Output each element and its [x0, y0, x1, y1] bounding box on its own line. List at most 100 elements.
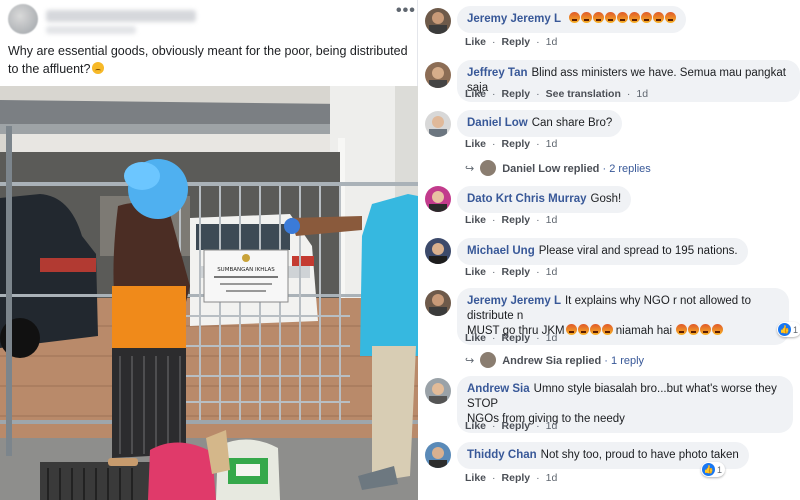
comment-text-cont: niamah hai — [615, 325, 673, 337]
more-options-icon[interactable]: ••• — [396, 2, 416, 20]
reply-count: 2 replies — [609, 163, 651, 175]
post-photo[interactable]: SUMBANGAN IKHLAS — [0, 86, 418, 500]
angry-emoji-icon — [641, 12, 653, 23]
worried-face-emoji-icon — [92, 62, 105, 74]
commenter-avatar[interactable] — [425, 8, 451, 34]
comment-text: Gosh! — [590, 193, 622, 205]
blurred-post-meta — [46, 26, 136, 34]
see-translation-link[interactable]: See translation — [546, 88, 621, 100]
commenter-name[interactable]: Daniel Low — [467, 117, 528, 129]
replier-text: Andrew Sia replied — [502, 355, 602, 367]
commenter-name[interactable]: Jeffrey Tan — [467, 67, 528, 79]
like-link[interactable]: Like — [465, 420, 486, 432]
angry-emoji-icon — [700, 324, 712, 335]
comment-actions: Like · Reply · 1d — [465, 214, 558, 226]
reply-link[interactable]: Reply — [502, 138, 531, 150]
like-count: 1 — [717, 464, 723, 475]
view-replies-link[interactable]: ↪ Daniel Low replied · 2 replies — [465, 160, 651, 176]
angry-emoji-icon — [601, 324, 613, 335]
reply-link[interactable]: Reply — [502, 420, 531, 432]
comment-text: Please viral and spread to 195 nations. — [538, 245, 738, 257]
comment-actions: Like · Reply · 1d — [465, 420, 558, 432]
reply-arrow-icon: ↪ — [465, 163, 475, 175]
angry-emoji-icon — [605, 12, 617, 23]
commenter-name[interactable]: Jeremy Jeremy L — [467, 13, 561, 25]
angry-emoji-icon — [581, 12, 593, 23]
replier-text: Daniel Low replied — [502, 163, 600, 175]
photo-scene: SUMBANGAN IKHLAS — [0, 86, 418, 500]
comment-time[interactable]: 1d — [546, 472, 558, 484]
reply-arrow-icon: ↪ — [465, 355, 475, 367]
angry-emoji-icon — [688, 324, 700, 335]
comment-time[interactable]: 1d — [636, 88, 648, 100]
post-text: Why are essential goods, obviously meant… — [8, 42, 408, 78]
angry-emoji-icon — [653, 12, 665, 23]
comments-panel: Jeremy Jeremy L Like · Reply · 1d Jeffrey Ta… — [419, 0, 800, 500]
reply-link[interactable]: Reply — [502, 36, 531, 48]
comment-like-count[interactable]: 👍 1 — [701, 462, 726, 477]
angry-emoji-icon — [629, 12, 641, 23]
reply-link[interactable]: Reply — [502, 214, 531, 226]
reply-avatar — [480, 160, 497, 176]
commenter-name[interactable]: Michael Ung — [467, 245, 535, 257]
reply-link[interactable]: Reply — [502, 472, 531, 484]
commenter-name[interactable]: Jeremy Jeremy L — [467, 295, 561, 307]
post-header: ••• — [0, 0, 418, 40]
angry-emoji-icon — [665, 12, 677, 23]
comment-actions: Like · Reply · 1d — [465, 36, 558, 48]
sign-text: SUMBANGAN IKHLAS — [217, 267, 275, 273]
comment-time[interactable]: 1d — [546, 420, 558, 432]
blurred-author-name[interactable] — [46, 10, 196, 22]
comment-actions: Like · Reply · 1d — [465, 332, 558, 344]
angry-emoji-icon — [593, 12, 605, 23]
like-link[interactable]: Like — [465, 138, 486, 150]
like-link[interactable]: Like — [465, 88, 486, 100]
angry-emoji-icon — [589, 324, 601, 335]
commenter-name[interactable]: Dato Krt Chris Murray — [467, 193, 587, 205]
comment-time[interactable]: 1d — [546, 138, 558, 150]
comment-text: Not shy too, proud to have photo taken — [540, 449, 739, 461]
comment-text: Can share Bro? — [531, 117, 613, 129]
angry-emoji-icon — [676, 324, 688, 335]
commenter-name[interactable]: Andrew Sia — [467, 383, 530, 395]
commenter-avatar[interactable] — [425, 111, 451, 137]
like-count: 1 — [793, 324, 799, 335]
reply-link[interactable]: Reply — [502, 332, 531, 344]
comment-time[interactable]: 1d — [546, 36, 558, 48]
angry-reactions — [568, 12, 677, 25]
like-link[interactable]: Like — [465, 332, 486, 344]
comment-time[interactable]: 1d — [546, 332, 558, 344]
comment-time[interactable]: 1d — [546, 214, 558, 226]
view-replies-link[interactable]: ↪ Andrew Sia replied · 1 reply — [465, 352, 644, 368]
commenter-name[interactable]: Thiddy Chan — [467, 449, 537, 461]
reply-avatar — [480, 352, 497, 368]
commenter-avatar[interactable] — [425, 290, 451, 316]
reply-count: 1 reply — [611, 355, 645, 367]
comment-actions: Like · Reply · 1d — [465, 472, 558, 484]
angry-emoji-icon — [569, 12, 581, 23]
angry-emoji-icon — [577, 324, 589, 335]
comment-bubble: Daniel Low Can share Bro? — [457, 110, 623, 137]
angry-emoji-icon — [565, 324, 577, 335]
angry-emoji-icon — [617, 12, 629, 23]
reply-link[interactable]: Reply — [502, 266, 531, 278]
thumbs-up-icon: 👍 — [702, 463, 715, 476]
comment-bubble: Dato Krt Chris Murray Gosh! — [457, 186, 632, 213]
like-link[interactable]: Like — [465, 472, 486, 484]
comment-actions: Like · Reply · 1d — [465, 266, 558, 278]
comment-time[interactable]: 1d — [546, 266, 558, 278]
commenter-avatar[interactable] — [425, 186, 451, 212]
commenter-avatar[interactable] — [425, 378, 451, 404]
comment-actions: Like · Reply · 1d — [465, 138, 558, 150]
like-link[interactable]: Like — [465, 214, 486, 226]
commenter-avatar[interactable] — [425, 62, 451, 88]
reply-link[interactable]: Reply — [502, 88, 531, 100]
blurred-avatar[interactable] — [8, 4, 38, 34]
post-text-content: Why are essential goods, obviously meant… — [8, 44, 408, 76]
like-link[interactable]: Like — [465, 266, 486, 278]
commenter-avatar[interactable] — [425, 238, 451, 264]
like-link[interactable]: Like — [465, 36, 486, 48]
comment-like-count[interactable]: 👍 1 — [777, 322, 800, 337]
commenter-avatar[interactable] — [425, 442, 451, 468]
thumbs-up-icon: 👍 — [778, 323, 791, 336]
